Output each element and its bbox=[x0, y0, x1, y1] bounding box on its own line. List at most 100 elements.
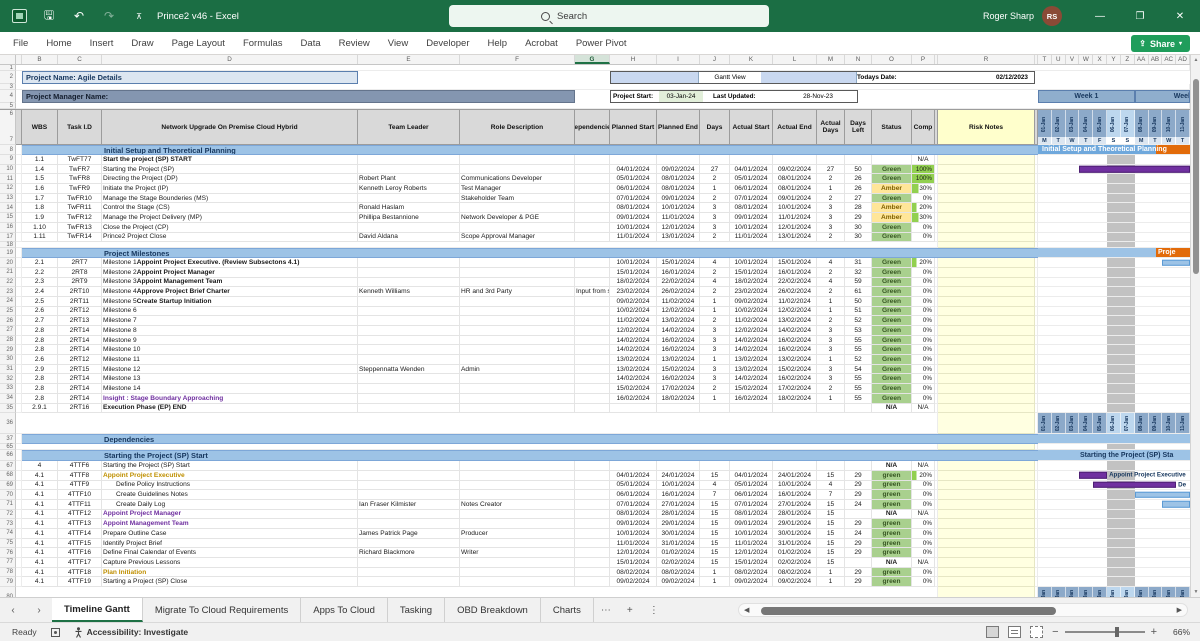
column-header-O[interactable]: O bbox=[872, 55, 912, 64]
gantt-region[interactable]: De bbox=[1038, 481, 1190, 491]
row-number[interactable]: 12 bbox=[0, 184, 16, 194]
row-number[interactable]: 33 bbox=[0, 384, 16, 394]
planned-end-cell[interactable]: 11/01/2024 bbox=[657, 213, 700, 223]
task-id-cell[interactable]: TwFR9 bbox=[58, 184, 102, 194]
actual-days-cell[interactable]: 2 bbox=[817, 194, 845, 204]
team-leader-cell[interactable] bbox=[358, 326, 460, 336]
column-header-AB[interactable]: AB bbox=[1149, 55, 1163, 64]
row-number[interactable]: 79 bbox=[0, 577, 16, 587]
sheet-options-icon[interactable]: ⋮ bbox=[642, 598, 666, 622]
row-number[interactable]: 75 bbox=[0, 539, 16, 549]
row-number[interactable]: 29 bbox=[0, 345, 16, 355]
completion-cell[interactable]: 0% bbox=[912, 297, 935, 307]
cell[interactable] bbox=[16, 413, 938, 434]
project-start-value[interactable]: 03-Jan-24 bbox=[659, 91, 703, 102]
actual-end-cell[interactable]: 29/01/2024 bbox=[773, 519, 817, 529]
column-header-P[interactable]: P bbox=[912, 55, 935, 64]
wbs-cell[interactable]: 1.7 bbox=[22, 194, 58, 204]
actual-days-cell[interactable] bbox=[817, 155, 845, 165]
team-leader-cell[interactable] bbox=[358, 278, 460, 288]
risk-notes-cell[interactable] bbox=[938, 287, 1035, 297]
actual-end-cell[interactable]: 17/02/2024 bbox=[773, 384, 817, 394]
row-number[interactable]: 16 bbox=[0, 223, 16, 233]
task-id-cell[interactable]: 2RT15 bbox=[58, 365, 102, 375]
actual-end-cell[interactable]: 10/01/2024 bbox=[773, 203, 817, 213]
status-cell[interactable]: Green bbox=[872, 345, 912, 355]
zoom-out-icon[interactable]: − bbox=[1052, 627, 1058, 637]
actual-start-cell[interactable]: 11/01/2024 bbox=[730, 539, 773, 549]
column-header-M[interactable]: M bbox=[817, 55, 845, 64]
task-name-cell[interactable]: Capture Previous Lessons bbox=[102, 558, 358, 568]
actual-end-cell[interactable]: 31/01/2024 bbox=[773, 539, 817, 549]
dependency-cell[interactable] bbox=[575, 365, 610, 375]
task-name-cell[interactable]: Identify Project Brief bbox=[102, 539, 358, 549]
task-id-cell[interactable]: TwFT77 bbox=[58, 155, 102, 165]
days-left-cell[interactable] bbox=[845, 155, 872, 165]
role-cell[interactable] bbox=[460, 577, 575, 587]
actual-start-cell[interactable]: 13/02/2024 bbox=[730, 365, 773, 375]
actual-start-cell[interactable]: 09/02/2024 bbox=[730, 577, 773, 587]
team-leader-cell[interactable]: Ronald Haslam bbox=[358, 203, 460, 213]
last-updated-value[interactable]: 28-Nov-23 bbox=[777, 91, 858, 102]
row-number[interactable]: 20 bbox=[0, 258, 16, 268]
actual-end-cell[interactable]: 15/02/2024 bbox=[773, 365, 817, 375]
task-id-cell[interactable]: TwFR8 bbox=[58, 174, 102, 184]
gantt-region[interactable] bbox=[1038, 404, 1190, 414]
row-number[interactable]: 70 bbox=[0, 490, 16, 500]
wbs-cell[interactable]: 2.6 bbox=[22, 307, 58, 317]
task-id-cell[interactable]: 2RT14 bbox=[58, 384, 102, 394]
column-title[interactable]: Planned End bbox=[657, 110, 700, 145]
task-id-cell[interactable]: 2RT14 bbox=[58, 394, 102, 404]
gantt-region[interactable]: 01-Jan02-Jan03-Jan04-Jan05-Jan06-Jan07-J… bbox=[1038, 413, 1190, 434]
macro-record-icon[interactable] bbox=[51, 628, 60, 637]
row-number[interactable]: 4 bbox=[0, 90, 16, 103]
dependency-cell[interactable] bbox=[575, 223, 610, 233]
gantt-region[interactable] bbox=[1038, 568, 1190, 578]
actual-days-cell[interactable]: 1 bbox=[817, 355, 845, 365]
status-cell[interactable]: Green bbox=[872, 223, 912, 233]
planned-end-cell[interactable]: 26/02/2024 bbox=[657, 287, 700, 297]
planned-start-cell[interactable]: 05/01/2024 bbox=[610, 481, 657, 491]
column-header-C[interactable]: C bbox=[58, 55, 102, 64]
gantt-region[interactable] bbox=[1038, 558, 1190, 568]
planned-end-cell[interactable]: 30/01/2024 bbox=[657, 529, 700, 539]
wbs-cell[interactable]: 4 bbox=[22, 461, 58, 471]
completion-cell[interactable]: 30% bbox=[912, 213, 935, 223]
column-header-G[interactable]: G bbox=[575, 55, 610, 64]
column-header-U[interactable]: U bbox=[1052, 55, 1066, 64]
ribbon-tab-page-layout[interactable]: Page Layout bbox=[163, 32, 234, 55]
gantt-region[interactable] bbox=[1038, 374, 1190, 384]
dependency-cell[interactable] bbox=[575, 345, 610, 355]
planned-end-cell[interactable]: 16/02/2024 bbox=[657, 345, 700, 355]
actual-days-cell[interactable]: 15 bbox=[817, 471, 845, 481]
planned-start-cell[interactable]: 08/01/2024 bbox=[610, 203, 657, 213]
zoom-slider-thumb[interactable] bbox=[1115, 627, 1119, 637]
risk-notes-cell[interactable] bbox=[938, 155, 1035, 165]
planned-end-cell[interactable]: 13/02/2024 bbox=[657, 355, 700, 365]
planned-end-cell[interactable]: 27/01/2024 bbox=[657, 500, 700, 510]
completion-cell[interactable]: 0% bbox=[912, 568, 935, 578]
actual-days-cell[interactable]: 15 bbox=[817, 539, 845, 549]
planned-end-cell[interactable]: 12/01/2024 bbox=[657, 223, 700, 233]
team-leader-cell[interactable]: Kenneth Williams bbox=[358, 287, 460, 297]
row-number[interactable]: 30 bbox=[0, 355, 16, 365]
days-left-cell[interactable]: 55 bbox=[845, 374, 872, 384]
actual-start-cell[interactable]: 07/01/2024 bbox=[730, 500, 773, 510]
column-header-X[interactable]: X bbox=[1093, 55, 1107, 64]
ribbon-tab-file[interactable]: File bbox=[4, 32, 37, 55]
status-cell[interactable]: Green bbox=[872, 384, 912, 394]
planned-start-cell[interactable]: 10/01/2024 bbox=[610, 529, 657, 539]
planned-end-cell[interactable]: 09/01/2024 bbox=[657, 194, 700, 204]
actual-days-cell[interactable]: 3 bbox=[817, 213, 845, 223]
task-id-cell[interactable]: 4TTF15 bbox=[58, 539, 102, 549]
days-cell[interactable]: 15 bbox=[700, 558, 730, 568]
row-number[interactable]: 32 bbox=[0, 374, 16, 384]
more-sheets-icon[interactable]: ⋯ bbox=[594, 598, 618, 622]
actual-days-cell[interactable]: 4 bbox=[817, 258, 845, 268]
team-leader-cell[interactable] bbox=[358, 519, 460, 529]
task-name-cell[interactable]: Starting the Project (SP) bbox=[102, 165, 358, 175]
actual-days-cell[interactable]: 2 bbox=[817, 268, 845, 278]
wbs-cell[interactable]: 4.1 bbox=[22, 519, 58, 529]
role-cell[interactable] bbox=[460, 404, 575, 414]
gantt-bar[interactable] bbox=[1162, 259, 1190, 266]
